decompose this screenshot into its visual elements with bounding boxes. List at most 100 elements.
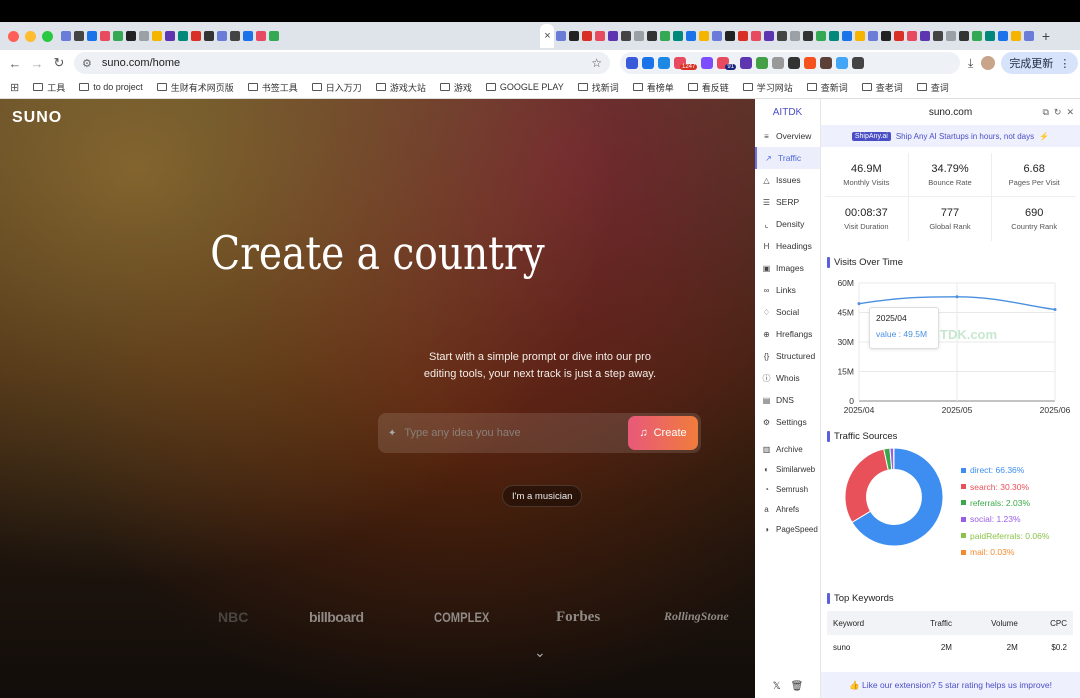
tab-favicon-icon[interactable] xyxy=(230,31,240,41)
menu-icon[interactable]: ⋮ xyxy=(1059,57,1070,70)
tab-favicon-icon[interactable] xyxy=(738,31,749,41)
tab-favicon-icon[interactable] xyxy=(256,31,266,41)
visits-line-chart[interactable]: 015M30M45M60M2025/04 2025/05 2025/06 xyxy=(827,275,1072,421)
close-icon[interactable]: ✕ xyxy=(1066,107,1074,118)
x-twitter-icon[interactable]: 𝕏 xyxy=(773,681,781,692)
legend-item-referrals[interactable]: referrals: 2.03% xyxy=(961,495,1049,511)
tab-favicon-icon[interactable] xyxy=(946,31,957,41)
tab-favicon-icon[interactable] xyxy=(243,31,253,41)
table-row[interactable]: suno 2M 2M $0.2 xyxy=(827,635,1073,659)
sources-donut-chart[interactable] xyxy=(829,447,959,547)
bookmark-item[interactable]: 学习网站 xyxy=(742,81,793,94)
nav-item-density[interactable]: ⌞ Density xyxy=(755,213,820,235)
profile-avatar[interactable] xyxy=(981,56,996,70)
nav-item-hreflangs[interactable]: ⊕ Hreflangs xyxy=(755,323,820,345)
extension-icon[interactable] xyxy=(788,57,801,69)
extension-icon[interactable] xyxy=(626,57,638,69)
create-button[interactable]: ♫ Create xyxy=(628,416,698,450)
tab-favicon-icon[interactable] xyxy=(621,31,632,41)
tab-favicon-icon[interactable] xyxy=(764,31,775,41)
data-point[interactable] xyxy=(1053,308,1057,312)
aitdk-brand[interactable]: AITDK xyxy=(755,99,820,125)
bookmark-item[interactable]: 游戏大站 xyxy=(375,81,426,94)
extension-icon[interactable] xyxy=(740,57,753,69)
bookmark-item[interactable]: 日入万刀 xyxy=(311,81,362,94)
tab-favicon-icon[interactable] xyxy=(699,31,710,41)
data-point[interactable] xyxy=(857,302,861,306)
tab-favicon-icon[interactable] xyxy=(777,31,788,41)
download-icon[interactable]: ⤓ xyxy=(968,56,973,71)
bookmark-item[interactable]: 工具 xyxy=(33,81,65,94)
tab-favicon-icon[interactable] xyxy=(673,31,684,41)
tab-favicon-icon[interactable] xyxy=(582,31,593,41)
reload-button[interactable]: ↻ xyxy=(48,55,70,71)
bookmark-item[interactable]: to do project xyxy=(79,82,143,92)
bookmark-item[interactable]: 看反链 xyxy=(687,81,729,94)
tab-favicon-icon[interactable] xyxy=(816,31,827,41)
tool-item-ahrefs[interactable]: a Ahrefs xyxy=(755,499,820,519)
forward-button[interactable]: → xyxy=(26,56,48,71)
tab-favicon-icon[interactable] xyxy=(191,31,201,41)
rating-footer[interactable]: 👍 Like our extension? 5 star rating help… xyxy=(821,672,1080,698)
tab-favicon-icon[interactable] xyxy=(74,31,84,41)
keywords-header-keyword[interactable]: Keyword xyxy=(827,611,901,635)
tab-favicon-icon[interactable] xyxy=(829,31,840,41)
tab-favicon-icon[interactable] xyxy=(803,31,814,41)
tab-favicon-icon[interactable] xyxy=(881,31,892,41)
nav-item-structured[interactable]: {} Structured xyxy=(755,345,820,367)
musician-button[interactable]: I'm a musician xyxy=(502,485,583,507)
legend-item-social[interactable]: social: 1.23% xyxy=(961,511,1049,527)
tab-favicon-icon[interactable] xyxy=(647,31,658,41)
site-info-icon[interactable]: ⚙ xyxy=(82,57,92,70)
sources-chart[interactable]: direct: 66.36% search: 30.30% referrals: 2… xyxy=(821,447,1080,577)
back-button[interactable]: ← xyxy=(4,56,26,71)
tab-favicon-icon[interactable] xyxy=(751,31,762,41)
tool-item-archive[interactable]: ▥ Archive xyxy=(755,439,820,459)
tab-favicon-icon[interactable] xyxy=(907,31,918,41)
extension-icon[interactable] xyxy=(701,57,714,69)
nav-item-overview[interactable]: ≡ Overview xyxy=(755,125,820,147)
tab-favicon-icon[interactable] xyxy=(217,31,227,41)
tab-favicon-icon[interactable] xyxy=(87,31,97,41)
maximize-window-button[interactable] xyxy=(42,30,53,42)
tab-favicon-icon[interactable] xyxy=(269,31,279,41)
tab-favicon-icon[interactable] xyxy=(712,31,723,41)
tab-favicon-icon[interactable] xyxy=(998,31,1009,41)
nav-item-social[interactable]: ♢ Social xyxy=(755,301,820,323)
extension-icon[interactable] xyxy=(804,57,817,69)
tab-favicon-icon[interactable] xyxy=(139,31,149,41)
nav-item-headings[interactable]: H Headings xyxy=(755,235,820,257)
tool-item-pagespeed[interactable]: ◑ PageSpeed xyxy=(755,519,820,539)
tab-favicon-icon[interactable] xyxy=(894,31,905,41)
bookmark-item[interactable]: 生财有术网页版 xyxy=(156,81,234,94)
tab-favicon-icon[interactable] xyxy=(686,31,697,41)
tab-favicon-icon[interactable] xyxy=(933,31,944,41)
tab-favicon-icon[interactable] xyxy=(178,31,188,41)
extension-icon[interactable] xyxy=(658,57,670,69)
new-tab-button[interactable]: + xyxy=(1042,28,1050,44)
nav-item-settings[interactable]: ⚙ Settings xyxy=(755,411,820,433)
bookmark-item[interactable]: 找新词 xyxy=(577,81,619,94)
extension-icon[interactable] xyxy=(836,57,849,69)
nav-item-dns[interactable]: ▤ DNS xyxy=(755,389,820,411)
keywords-header-cpc[interactable]: CPC xyxy=(1023,611,1073,635)
refresh-icon[interactable]: ↻ xyxy=(1054,107,1062,118)
active-tab[interactable]: × xyxy=(540,24,555,48)
suno-logo[interactable]: SUNO xyxy=(12,109,62,127)
tool-item-semrush[interactable]: ◔ Semrush xyxy=(755,479,820,499)
tab-favicon-icon[interactable] xyxy=(972,31,983,41)
tool-item-similarweb[interactable]: ◐ Similarweb xyxy=(755,459,820,479)
nav-item-serp[interactable]: ☰ SERP xyxy=(755,191,820,213)
extension-icon[interactable] xyxy=(642,57,654,69)
apps-grid-icon[interactable]: ⊞ xyxy=(10,81,19,94)
keywords-header-volume[interactable]: Volume xyxy=(957,611,1024,635)
bookmark-item[interactable]: 查新词 xyxy=(806,81,848,94)
data-point[interactable] xyxy=(955,295,959,299)
tab-favicon-icon[interactable] xyxy=(152,31,162,41)
legend-item-search[interactable]: search: 30.30% xyxy=(961,478,1049,494)
bookmark-item[interactable]: 查词 xyxy=(916,81,949,94)
tab-favicon-icon[interactable] xyxy=(855,31,866,41)
minimize-window-button[interactable] xyxy=(25,30,36,42)
tab-favicon-icon[interactable] xyxy=(985,31,996,41)
close-tab-icon[interactable]: × xyxy=(544,30,550,42)
